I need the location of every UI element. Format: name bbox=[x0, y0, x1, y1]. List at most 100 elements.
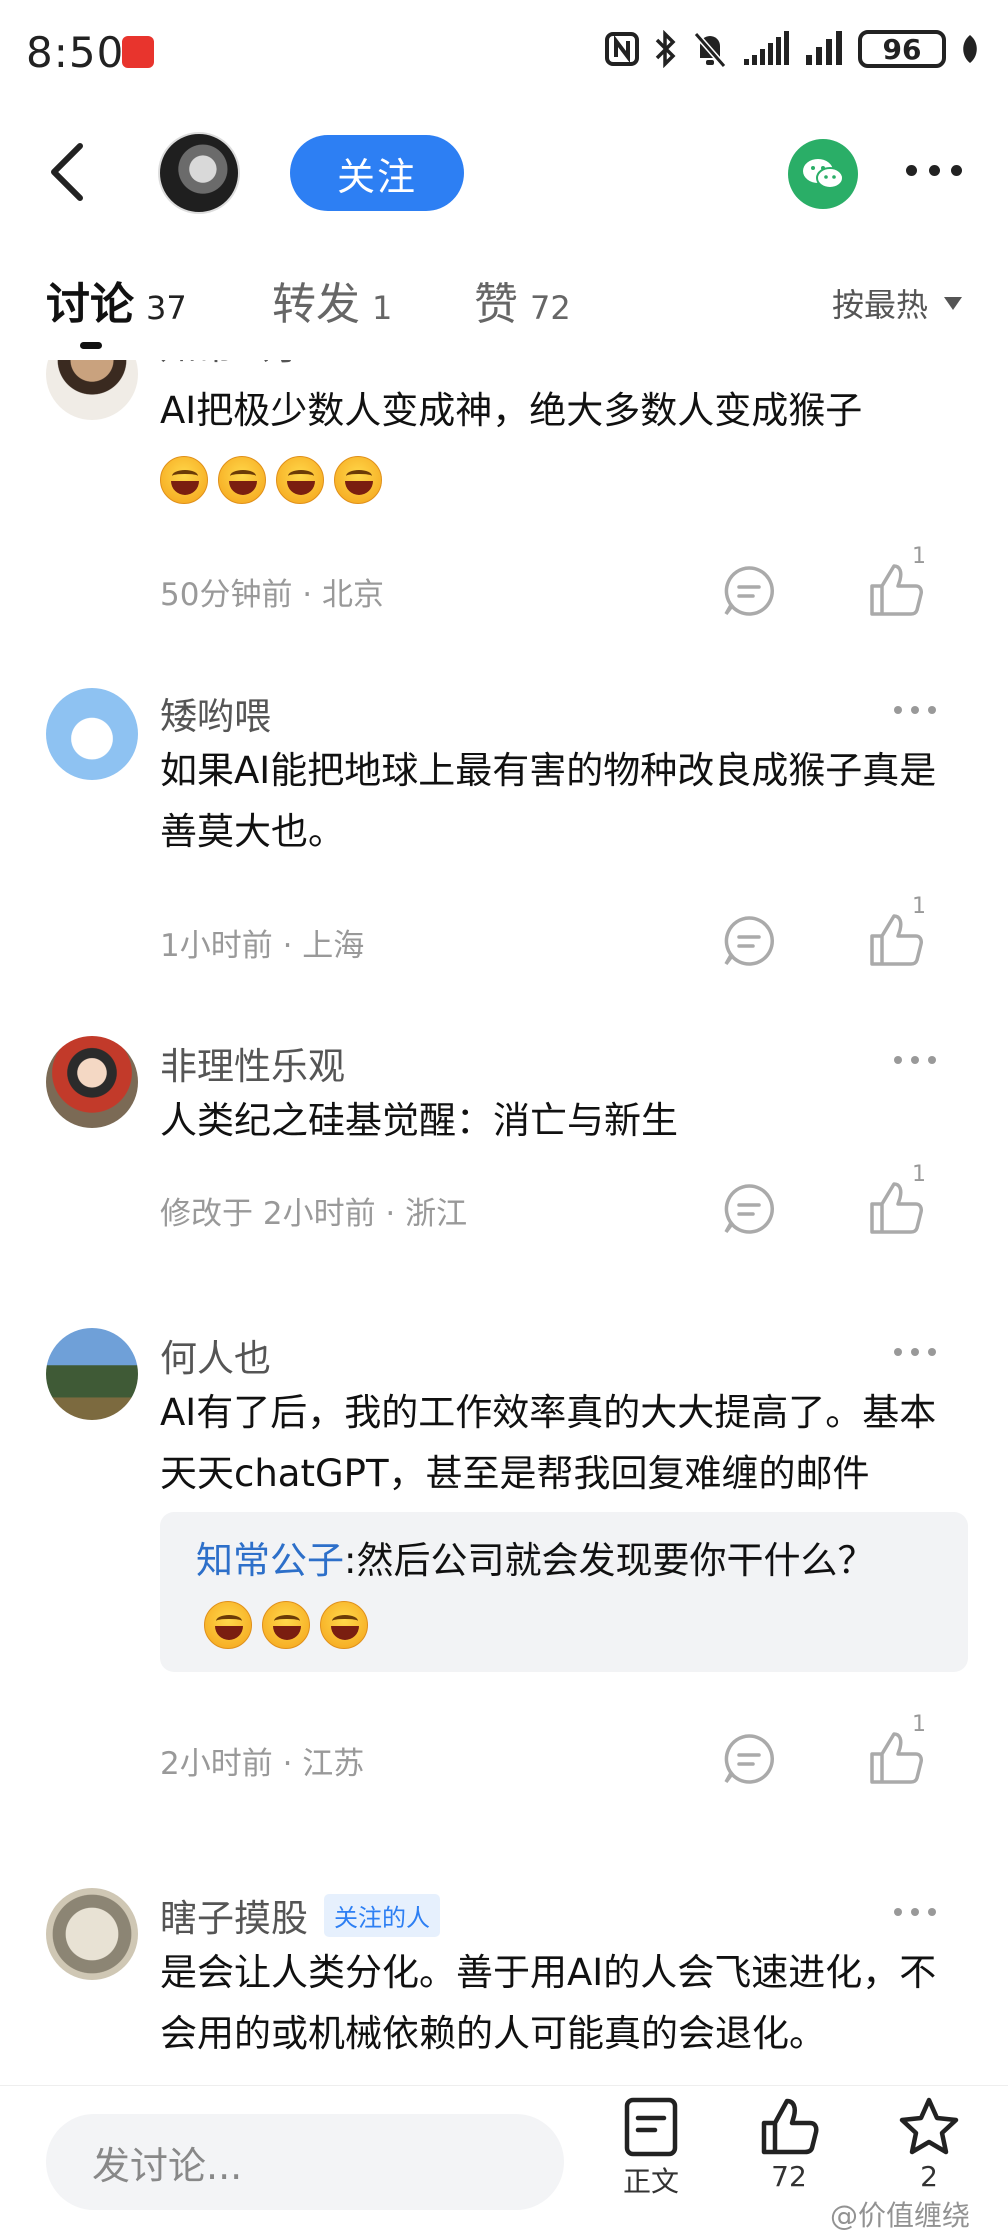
reply-icon[interactable] bbox=[722, 564, 776, 618]
thumbs-up-icon[interactable] bbox=[866, 560, 926, 620]
mute-bell-icon bbox=[693, 32, 727, 68]
comment-meta: 2小时前 · 江苏 bbox=[160, 1746, 365, 1782]
user-avatar[interactable] bbox=[46, 688, 138, 780]
comment-text: AI有了后，我的工作效率真的大大提高了。基本天天chatGPT，甚至是帮我回复难… bbox=[160, 1391, 937, 1495]
top-nav: 关注 bbox=[0, 120, 1008, 230]
thumbs-up-icon bbox=[761, 2098, 819, 2155]
dropdown-arrow-icon bbox=[944, 296, 962, 310]
laughing-emoji-icon bbox=[218, 455, 266, 504]
back-arrow-icon[interactable] bbox=[44, 140, 92, 204]
username[interactable]: 非理性乐观 bbox=[160, 1036, 345, 1090]
laughing-emoji-icon bbox=[160, 455, 208, 504]
like-button[interactable]: 72 bbox=[734, 2096, 844, 2193]
comment-header: 瞎子摸股 关注的人 bbox=[160, 1888, 440, 1942]
app-notification-icon bbox=[122, 36, 154, 68]
status-time: 8:50 bbox=[26, 28, 125, 77]
status-bar: 8:50 96 bbox=[0, 0, 1008, 110]
favorite-count: 2 bbox=[920, 2160, 938, 2193]
wechat-share-button[interactable] bbox=[788, 139, 858, 209]
article-label: 正文 bbox=[622, 2165, 679, 2198]
like-count: 1 bbox=[912, 894, 926, 919]
laughing-emoji-icon bbox=[276, 455, 324, 504]
reply-author[interactable]: 知常公子 bbox=[196, 1539, 344, 1582]
sort-dropdown[interactable]: 按最热 bbox=[832, 280, 962, 326]
follow-button[interactable]: 关注 bbox=[290, 135, 464, 211]
document-icon bbox=[624, 2097, 678, 2157]
thumbs-up-icon[interactable] bbox=[866, 1178, 926, 1238]
favorite-button[interactable]: 2 bbox=[874, 2096, 984, 2193]
more-options-button[interactable] bbox=[906, 150, 962, 190]
reply-icon[interactable] bbox=[722, 914, 776, 968]
tab-label: 讨论 bbox=[46, 279, 134, 330]
bottom-action-bar: 发讨论... 正文 72 2 @价值缠绕 bbox=[0, 2085, 1008, 2232]
tab-count: 1 bbox=[372, 289, 393, 327]
comment-meta: 修改于 2小时前 · 浙江 bbox=[160, 1196, 468, 1232]
bluetooth-icon bbox=[655, 30, 676, 68]
user-avatar[interactable] bbox=[46, 1036, 138, 1128]
username[interactable]: 知常公子 bbox=[160, 360, 308, 370]
laughing-emoji-icon bbox=[320, 1600, 368, 1649]
comment-body: AI把极少数人变成神，绝大多数人变成猴子 bbox=[160, 389, 863, 432]
like-count: 1 bbox=[912, 544, 926, 569]
comment-meta: 1小时前 · 上海 bbox=[160, 928, 365, 964]
user-avatar[interactable] bbox=[46, 1328, 138, 1420]
dot bbox=[906, 164, 917, 176]
like-count: 1 bbox=[912, 1162, 926, 1187]
emoji-row bbox=[160, 447, 970, 508]
star-icon bbox=[899, 2097, 959, 2155]
tab-discussion[interactable]: 讨论 37 bbox=[46, 268, 187, 332]
tab-repost[interactable]: 转发 1 bbox=[272, 268, 392, 332]
comment-more-icon[interactable] bbox=[894, 706, 936, 714]
comment-text: 人类纪之硅基觉醒：消亡与新生 bbox=[160, 1099, 678, 1142]
laughing-emoji-icon bbox=[204, 1600, 252, 1649]
username[interactable]: 瞎子摸股 bbox=[160, 1888, 308, 1942]
reply-icon[interactable] bbox=[722, 1182, 776, 1236]
battery-indicator: 96 bbox=[858, 30, 946, 68]
tab-likes[interactable]: 赞 72 bbox=[474, 268, 571, 332]
username[interactable]: 矮哟喂 bbox=[160, 686, 271, 740]
article-button[interactable]: 正文 bbox=[596, 2096, 706, 2200]
tab-count: 72 bbox=[530, 289, 571, 327]
comment-header: 矮哟喂 bbox=[160, 686, 271, 740]
nfc-icon bbox=[605, 32, 639, 66]
comment-text: 如果AI能把地球上最有害的物种改良成猴子真是善莫大也。 bbox=[160, 749, 937, 853]
like-count: 72 bbox=[771, 2160, 807, 2193]
laughing-emoji-icon bbox=[334, 455, 382, 504]
wechat-icon bbox=[803, 159, 844, 189]
comment-more-icon[interactable] bbox=[894, 1348, 936, 1356]
comment-list[interactable]: 知常公子 AI把极少数人变成神，绝大多数人变成猴子 50分钟前 · 北京 1 矮… bbox=[0, 360, 1008, 2085]
tab-label: 赞 bbox=[474, 279, 518, 330]
comment-input[interactable]: 发讨论... bbox=[46, 2114, 564, 2210]
comment-more-icon[interactable] bbox=[894, 1908, 936, 1916]
reply-preview[interactable]: 知常公子:然后公司就会发现要你干什么？ bbox=[160, 1512, 968, 1672]
comment-header: 知常公子 bbox=[160, 360, 308, 370]
thumbs-up-icon[interactable] bbox=[866, 1728, 926, 1788]
watermark: @价值缠绕 bbox=[830, 2199, 971, 2232]
comment-more-icon[interactable] bbox=[894, 1056, 936, 1064]
following-badge: 关注的人 bbox=[324, 1893, 440, 1937]
dot bbox=[951, 164, 962, 176]
dot bbox=[928, 164, 940, 176]
comment-meta: 50分钟前 · 北京 bbox=[160, 577, 385, 613]
laughing-emoji-icon bbox=[262, 1600, 310, 1649]
active-tab-indicator bbox=[80, 342, 102, 349]
tab-label: 转发 bbox=[272, 279, 360, 330]
author-avatar[interactable] bbox=[158, 132, 240, 214]
username[interactable]: 何人也 bbox=[160, 1328, 271, 1382]
tab-count: 37 bbox=[146, 289, 187, 327]
signal-icon bbox=[744, 31, 789, 65]
comment-text: AI把极少数人变成神，绝大多数人变成猴子 bbox=[160, 380, 970, 508]
comment-header: 何人也 bbox=[160, 1328, 271, 1382]
user-avatar[interactable] bbox=[46, 360, 138, 420]
tab-bar: 讨论 37 转发 1 赞 72 按最热 bbox=[0, 268, 1008, 358]
reply-icon[interactable] bbox=[722, 1732, 776, 1786]
sort-label: 按最热 bbox=[831, 286, 928, 324]
comment-text: 是会让人类分化。善于用AI的人会飞速进化，不会用的或机械依赖的人可能真的会退化。 bbox=[160, 1951, 937, 2055]
comment-header: 非理性乐观 bbox=[160, 1036, 345, 1090]
like-count: 1 bbox=[912, 1712, 926, 1737]
user-avatar[interactable] bbox=[46, 1888, 138, 1980]
status-icons: 96 bbox=[604, 30, 980, 68]
leaf-icon bbox=[963, 35, 977, 63]
reply-text: :然后公司就会发现要你干什么？ bbox=[344, 1539, 875, 1582]
thumbs-up-icon[interactable] bbox=[866, 910, 926, 970]
